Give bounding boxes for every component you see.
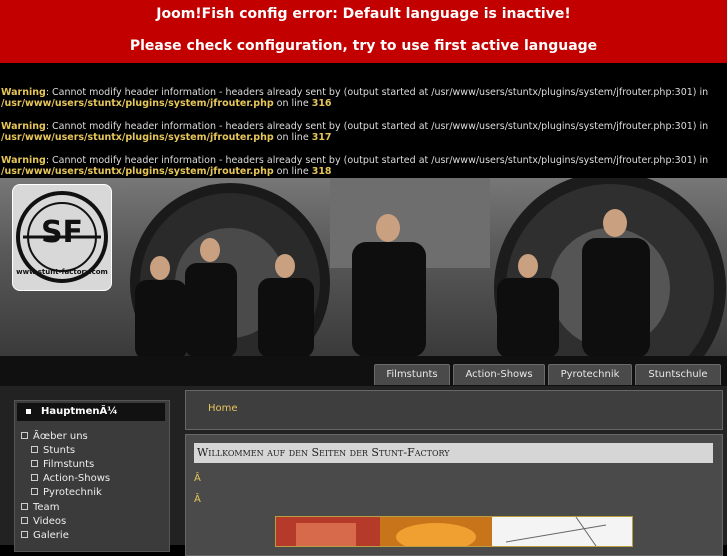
square-icon <box>26 408 31 414</box>
error-line-2: Please check configuration, try to use f… <box>129 38 598 54</box>
bullet-icon <box>31 459 38 467</box>
logo-url: www.stunt-factory.com <box>16 268 108 276</box>
sidebar-item-ueber-uns[interactable]: Ãœber uns <box>21 430 88 443</box>
warning-message: : Cannot modify header information - hea… <box>45 87 709 98</box>
content-image-illustration <box>276 517 632 546</box>
site-logo[interactable]: SF www.stunt-factory.com <box>12 184 112 291</box>
sidebar-item-label: Action-Shows <box>43 473 111 484</box>
sidebar-item-videos[interactable]: Videos <box>21 515 66 528</box>
content-image <box>275 516 633 547</box>
bullet-icon <box>21 530 28 538</box>
sidebar-title-text: HauptmenÃ¼ <box>41 406 118 417</box>
sidebar-item-label: Videos <box>33 516 67 527</box>
bullet-icon <box>31 487 38 495</box>
sidebar-item-label: Galerie <box>33 530 69 541</box>
warning-on-line: on line <box>273 166 312 177</box>
error-line-1: Joom!Fish config error: Default language… <box>156 6 571 22</box>
content-char: Â <box>194 473 201 484</box>
warning-label: Warning <box>1 87 46 98</box>
warning-line-number: 318 <box>311 166 332 177</box>
warning-message: : Cannot modify header information - hea… <box>45 155 709 166</box>
nav-tab-stuntschule[interactable]: Stuntschule <box>635 364 721 385</box>
content-title: Willkommen auf den Seiten der Stunt-Fact… <box>194 443 713 463</box>
logo-text: SF <box>40 215 84 250</box>
warning-path: /usr/www/users/stuntx/plugins/system/jfr… <box>1 98 274 109</box>
sidebar-item-label: Stunts <box>43 445 76 456</box>
bullet-icon <box>21 502 28 510</box>
warning-path: /usr/www/users/stuntx/plugins/system/jfr… <box>1 166 274 177</box>
sidebar-item-label: Pyrotechnik <box>43 487 102 498</box>
php-warning: Warning: Cannot modify header informatio… <box>1 121 721 143</box>
sidebar-item-label: Team <box>33 502 60 513</box>
sidebar-item-action-shows[interactable]: Action-Shows <box>31 472 110 485</box>
sidebar-title: HauptmenÃ¼ <box>17 403 165 421</box>
bullet-icon <box>21 516 28 524</box>
sidebar-item-label: Filmstunts <box>43 459 95 470</box>
content-char: Â <box>194 494 201 505</box>
sidebar-item-galerie[interactable]: Galerie <box>21 529 69 542</box>
warning-line-number: 317 <box>311 132 332 143</box>
php-warning: Warning: Cannot modify header informatio… <box>1 155 721 177</box>
nav-tab-filmstunts[interactable]: Filmstunts <box>374 364 450 385</box>
php-warning: Warning: Cannot modify header informatio… <box>1 87 721 109</box>
sidebar-item-stunts[interactable]: Stunts <box>31 444 75 457</box>
warning-on-line: on line <box>273 98 312 109</box>
warning-message: : Cannot modify header information - hea… <box>45 121 709 132</box>
nav-tab-action-shows[interactable]: Action-Shows <box>453 364 545 385</box>
breadcrumb <box>185 390 723 430</box>
warning-label: Warning <box>1 121 46 132</box>
config-error-banner: Joom!Fish config error: Default language… <box>0 0 727 63</box>
warning-label: Warning <box>1 155 46 166</box>
breadcrumb-home-link[interactable]: Home <box>208 403 238 414</box>
sidebar-item-pyrotechnik[interactable]: Pyrotechnik <box>31 486 102 499</box>
bullet-icon <box>31 445 38 453</box>
sidebar-item-label: Ãœber uns <box>33 431 88 442</box>
warning-line-number: 316 <box>311 98 332 109</box>
warning-on-line: on line <box>273 132 312 143</box>
nav-tab-pyrotechnik[interactable]: Pyrotechnik <box>548 364 632 385</box>
bullet-icon <box>31 473 38 481</box>
warning-path: /usr/www/users/stuntx/plugins/system/jfr… <box>1 132 274 143</box>
sidebar-item-filmstunts[interactable]: Filmstunts <box>31 458 94 471</box>
bullet-icon <box>21 431 28 439</box>
sidebar-item-team[interactable]: Team <box>21 501 59 514</box>
